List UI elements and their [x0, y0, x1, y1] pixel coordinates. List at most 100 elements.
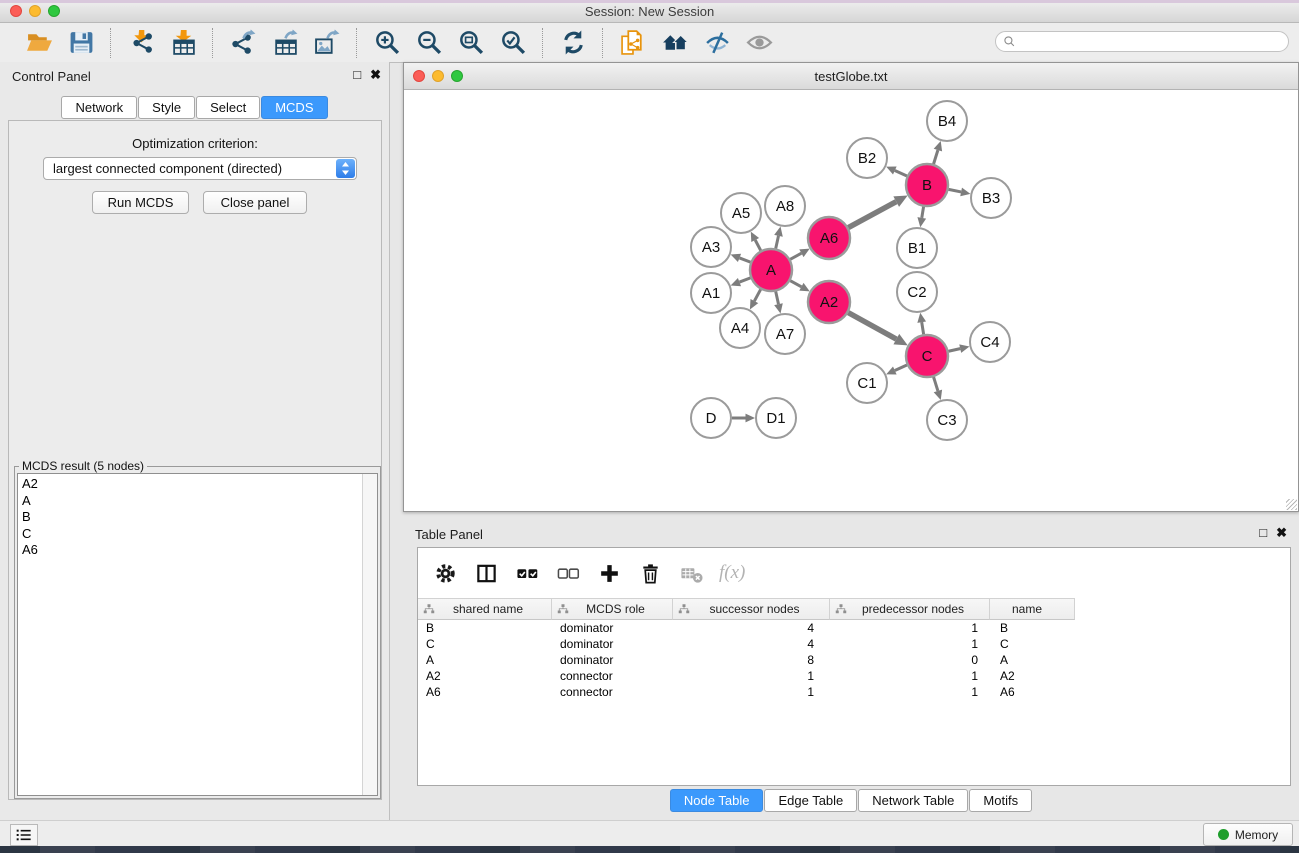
table-header-row: shared nameMCDS rolesuccessor nodes prede… [418, 598, 1075, 620]
tab-network[interactable]: Network [61, 96, 137, 119]
network-graph[interactable]: AA6A2BCA5A8A3A1A4A7B2B4B3B1C2C1C3C4DD1 [404, 90, 1298, 511]
edge-B-B4[interactable] [934, 150, 938, 164]
tab-network-table[interactable]: Network Table [858, 789, 968, 812]
mcds-result-item[interactable]: C [22, 526, 377, 543]
float-table-panel-icon[interactable]: □ [1259, 526, 1267, 540]
tab-edge-table[interactable]: Edge Table [764, 789, 857, 812]
gear-button[interactable] [432, 560, 458, 586]
add-column-button[interactable] [596, 560, 622, 586]
network-title: testGlobe.txt [404, 69, 1298, 84]
resize-grip[interactable] [1286, 499, 1297, 510]
edge-A-A6[interactable] [790, 253, 801, 259]
column-header-predecessor-nodes[interactable]: predecessor nodes [830, 598, 990, 620]
export-table-button[interactable] [268, 28, 302, 58]
export-image-button[interactable] [310, 28, 344, 58]
zoom-in-button[interactable] [370, 28, 404, 58]
mcds-result-list[interactable]: A2ABCA6 [17, 473, 378, 796]
cell-successor-nodes: 4 [673, 620, 830, 636]
table-row[interactable]: A6connector11A6 [418, 684, 1289, 700]
show-all-button[interactable] [742, 28, 776, 58]
edge-B-B1[interactable] [922, 207, 924, 218]
deselect-all-button[interactable] [555, 560, 581, 586]
tab-node-table[interactable]: Node Table [670, 789, 764, 812]
edge-A-A2[interactable] [790, 281, 801, 287]
import-network-button[interactable] [124, 28, 158, 58]
close-panel-icon[interactable]: ✖ [370, 68, 381, 82]
mcds-result-item[interactable]: A2 [22, 476, 377, 493]
split-panel-button[interactable] [473, 560, 499, 586]
edge-A2-C[interactable] [848, 313, 896, 339]
list-icon [16, 828, 32, 842]
column-header-successor-nodes[interactable]: successor nodes [673, 598, 830, 620]
control-panel-title: Control Panel [12, 69, 91, 84]
edge-A-A5[interactable] [755, 240, 761, 251]
edge-B-B2[interactable] [895, 171, 907, 176]
cell-MCDS-role: dominator [552, 636, 673, 652]
tab-select[interactable]: Select [196, 96, 260, 119]
column-label: predecessor nodes [847, 602, 989, 616]
edge-C-C3[interactable] [934, 377, 938, 391]
optimization-criterion-select[interactable]: largest connected component (directed) [43, 157, 357, 180]
memory-status-icon [1218, 829, 1229, 840]
tab-style[interactable]: Style [138, 96, 195, 119]
open-network-file-button[interactable] [616, 28, 650, 58]
cell-predecessor-nodes: 1 [830, 668, 990, 684]
edge-C-C4[interactable] [948, 349, 960, 352]
edge-A6-B[interactable] [848, 202, 896, 228]
mcds-result-item[interactable]: B [22, 509, 377, 526]
refresh-layout-button[interactable] [556, 28, 590, 58]
mcds-result-item[interactable]: A [22, 493, 377, 510]
tab-mcds[interactable]: MCDS [261, 96, 327, 119]
close-panel-button[interactable]: Close panel [203, 191, 307, 214]
edge-A-A1[interactable] [739, 278, 750, 282]
save-session-button[interactable] [64, 28, 98, 58]
node-label-B4: B4 [938, 113, 956, 130]
home-button[interactable] [658, 28, 692, 58]
edge-C-C2[interactable] [922, 322, 924, 334]
column-header-MCDS-role[interactable]: MCDS role [552, 598, 673, 620]
arrowhead-C-C3 [934, 390, 942, 400]
task-history-button[interactable] [10, 824, 38, 846]
close-table-panel-icon[interactable]: ✖ [1276, 526, 1287, 540]
hide-selected-button[interactable] [700, 28, 734, 58]
search-input[interactable] [1016, 35, 1288, 49]
column-header-shared-name[interactable]: shared name [418, 598, 552, 620]
run-mcds-button[interactable]: Run MCDS [92, 191, 189, 214]
mcds-result-item[interactable]: A6 [22, 542, 377, 559]
tab-motifs[interactable]: Motifs [969, 789, 1032, 812]
edge-B-B3[interactable] [949, 189, 962, 192]
delete-columns-button[interactable] [637, 560, 663, 586]
select-all-button[interactable] [514, 560, 540, 586]
table-row[interactable]: A2connector11A2 [418, 668, 1289, 684]
table-row[interactable]: Adominator80A [418, 652, 1289, 668]
open-session-button[interactable] [22, 28, 56, 58]
import-table-button[interactable] [166, 28, 200, 58]
zoom-out-button[interactable] [412, 28, 446, 58]
node-label-A1: A1 [702, 285, 720, 302]
control-panel-header: Control Panel □ ✖ [0, 62, 389, 90]
network-window-titlebar[interactable]: testGlobe.txt [404, 63, 1298, 90]
main-toolbar [0, 23, 1299, 63]
result-scrollbar[interactable] [362, 474, 377, 795]
search-box[interactable] [995, 31, 1289, 52]
zoom-selected-button[interactable] [496, 28, 530, 58]
column-header-name[interactable]: name [990, 598, 1075, 620]
zoom-fit-button[interactable] [454, 28, 488, 58]
memory-button[interactable]: Memory [1203, 823, 1293, 846]
table-row[interactable]: Bdominator41B [418, 620, 1289, 636]
network-canvas[interactable]: AA6A2BCA5A8A3A1A4A7B2B4B3B1C2C1C3C4DD1 [404, 90, 1298, 511]
node-label-A8: A8 [776, 198, 794, 215]
export-network-button[interactable] [226, 28, 260, 58]
cell-predecessor-nodes: 1 [830, 636, 990, 652]
table-row[interactable]: Cdominator41C [418, 636, 1289, 652]
float-panel-icon[interactable]: □ [353, 68, 361, 82]
tree-icon [418, 603, 435, 615]
edge-A-A3[interactable] [739, 258, 750, 262]
table-tabs: Node TableEdge TableNetwork TableMotifs [403, 789, 1299, 812]
application-window: Session: New Session Control Panel □ ✖ N… [0, 0, 1299, 853]
edge-A-A7[interactable] [776, 291, 779, 304]
node-label-A6: A6 [820, 230, 838, 247]
edge-C-C1[interactable] [895, 365, 907, 370]
edge-A-A8[interactable] [776, 236, 779, 249]
edge-A-A4[interactable] [754, 289, 760, 301]
